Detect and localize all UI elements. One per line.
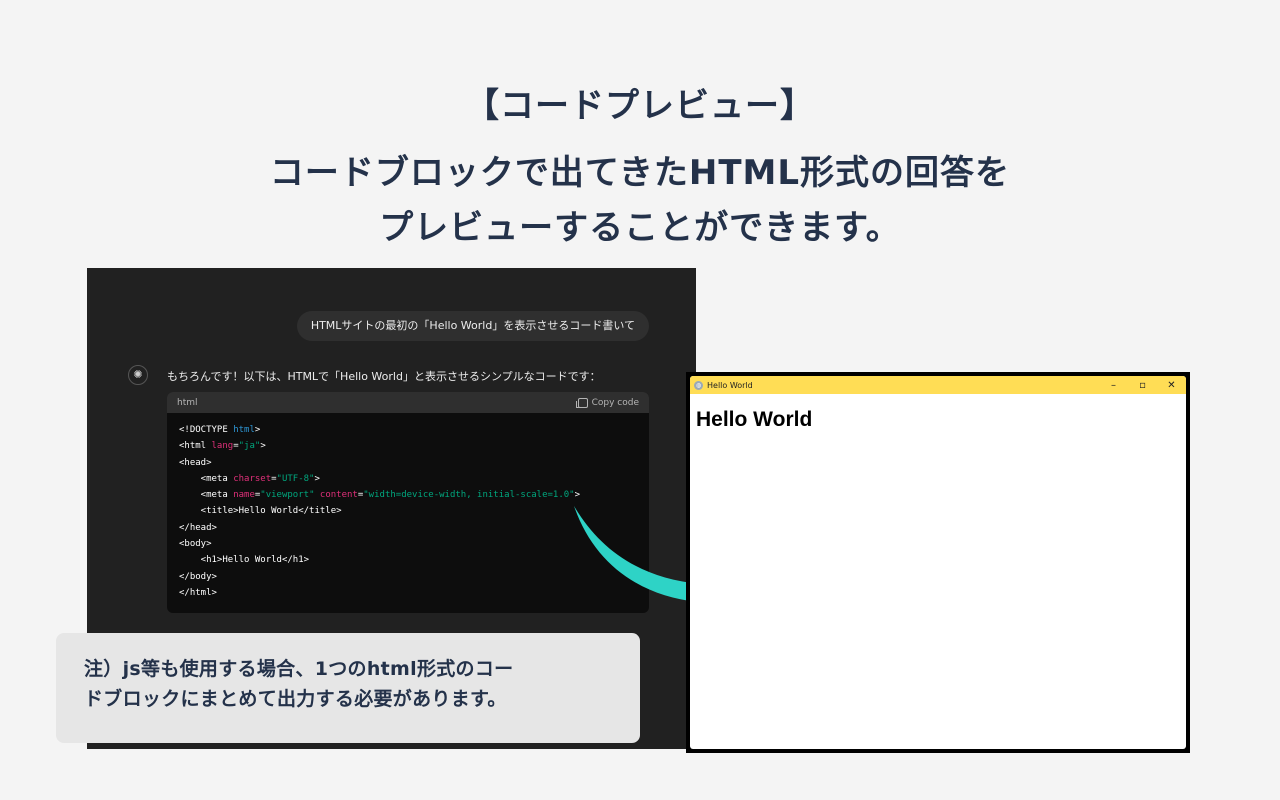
assistant-message: もちろんです！以下は、HTMLで「Hello World」と表示させるシンプルな… [167, 370, 601, 383]
copy-code-button[interactable]: Copy code [575, 397, 639, 408]
code-line: <head> [179, 457, 212, 468]
close-button[interactable]: ✕ [1157, 380, 1186, 391]
maximize-button[interactable]: ▫ [1128, 380, 1157, 391]
code-block-header: html Copy code [167, 392, 649, 413]
note-box: 注）js等も使用する場合、1つのhtml形式のコー ドブロックにまとめて出力する… [56, 633, 640, 743]
code-language-label: html [177, 397, 198, 408]
headline-subtitle-line2: プレビューすることができます。 [379, 208, 901, 248]
note-line-2: ドブロックにまとめて出力する必要があります。 [84, 688, 507, 710]
copy-code-label: Copy code [591, 397, 639, 408]
user-message: HTMLサイトの最初の「Hello World」を表示させるコード書いて [296, 311, 649, 341]
window-titlebar: ◍ Hello World – ▫ ✕ [690, 376, 1186, 394]
headline-title: 【コードプレビュー】 [465, 86, 815, 126]
note-line-1: 注）js等も使用する場合、1つのhtml形式のコー [84, 658, 514, 680]
code-line: <html lang="ja"> [179, 441, 266, 452]
window-title: Hello World [707, 380, 753, 390]
copy-icon [575, 397, 588, 408]
globe-icon: ◍ [694, 380, 703, 390]
minimize-button[interactable]: – [1099, 380, 1128, 391]
openai-logo-icon: ✺ [128, 365, 148, 385]
preview-heading: Hello World [696, 408, 813, 431]
code-line: <meta charset="UTF-8"> [179, 473, 320, 484]
headline-subtitle-line1: コードブロックで出てきたHTML形式の回答を [269, 153, 1011, 193]
preview-window: ◍ Hello World – ▫ ✕ Hello World [686, 372, 1190, 753]
code-line: <!DOCTYPE html> [179, 425, 261, 435]
